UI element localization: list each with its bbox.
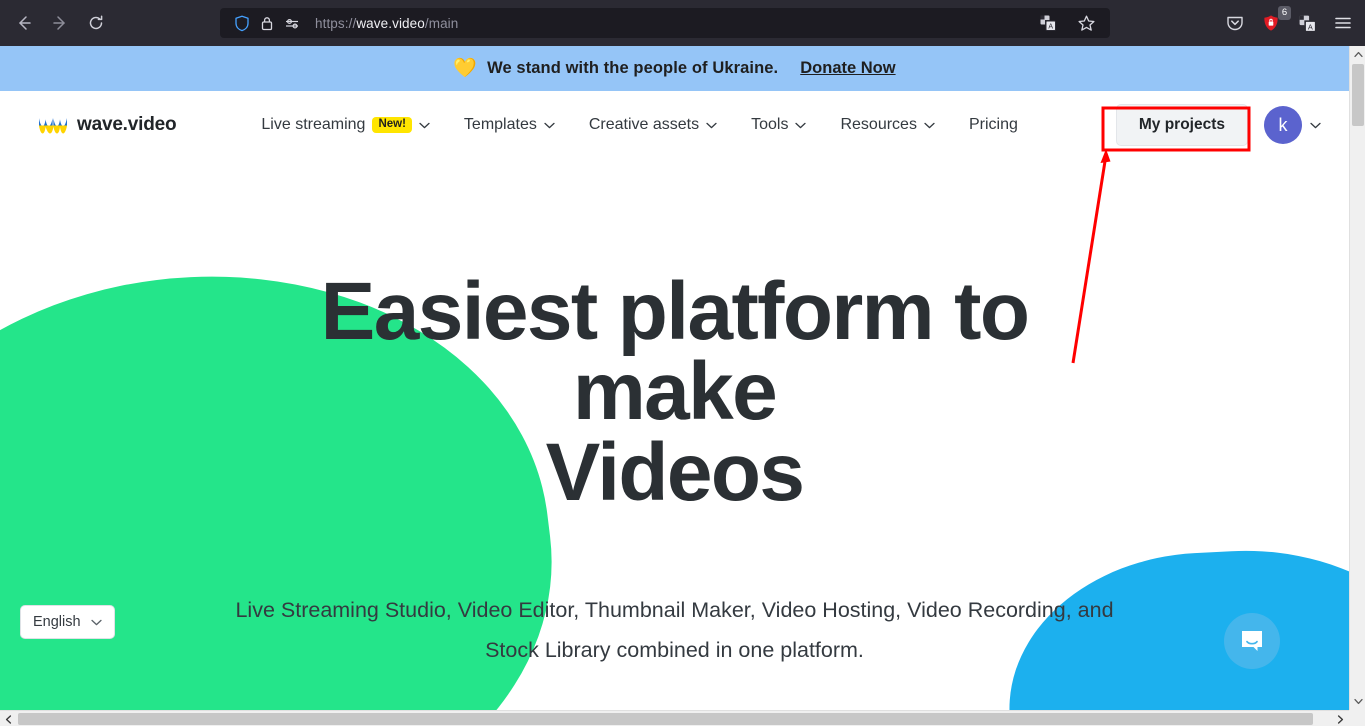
new-badge: New! <box>372 117 411 134</box>
lock-icon[interactable] <box>260 15 274 32</box>
extension-button[interactable]: 6 <box>1255 7 1287 39</box>
reload-button[interactable] <box>80 7 112 39</box>
page-viewport: 💛 We stand with the people of Ukraine. D… <box>0 46 1349 710</box>
account-menu[interactable]: k <box>1264 106 1321 144</box>
arrow-left-icon <box>15 14 33 32</box>
star-bookmark-icon <box>1077 14 1096 33</box>
language-selector-label: English <box>33 614 81 630</box>
nav-item-pricing[interactable]: Pricing <box>952 105 1035 145</box>
chevron-right-icon <box>1337 715 1344 724</box>
bookmark-button[interactable] <box>1070 7 1102 39</box>
nav-item-resources[interactable]: Resources <box>823 105 951 145</box>
forward-button[interactable] <box>44 7 76 39</box>
reload-icon <box>87 14 105 32</box>
pocket-save-icon <box>1225 13 1245 33</box>
horizontal-scrollbar[interactable] <box>0 710 1365 726</box>
svg-text:A: A <box>1307 22 1312 31</box>
page-title: Easiest platform tomakeVideos <box>0 272 1349 513</box>
site-header: wave.video Live streaming New! Templates… <box>0 91 1349 159</box>
scroll-right-button[interactable] <box>1332 711 1349 727</box>
hero-title-line-1: Easiest platform to <box>321 266 1029 357</box>
url-domain: wave.video <box>356 16 425 31</box>
translate-icon: A <box>1039 14 1057 32</box>
wave-logo-icon <box>38 116 68 135</box>
hero-section: Easiest platform tomakeVideos Live Strea… <box>0 159 1349 710</box>
svg-text:A: A <box>1048 24 1053 31</box>
translate-page-button[interactable]: A <box>1032 7 1064 39</box>
chevron-up-icon <box>1354 51 1363 58</box>
browser-toolbar: https://wave.video/main A <box>0 0 1365 46</box>
chevron-down-icon <box>924 122 935 129</box>
chevron-down-icon <box>544 122 555 129</box>
nav-label: Creative assets <box>589 116 699 134</box>
pocket-save-button[interactable] <box>1219 7 1251 39</box>
address-bar-icons <box>226 15 301 32</box>
scroll-down-button[interactable] <box>1350 693 1365 710</box>
language-selector[interactable]: English <box>20 605 115 639</box>
back-button[interactable] <box>8 7 40 39</box>
chevron-left-icon <box>5 715 12 724</box>
chat-launcher-button[interactable] <box>1224 613 1280 669</box>
nav-label: Pricing <box>969 116 1018 134</box>
chevron-down-icon <box>706 122 717 129</box>
navigation-buttons <box>0 7 112 39</box>
nav-item-tools[interactable]: Tools <box>734 105 823 145</box>
nav-label: Live streaming <box>261 116 365 134</box>
url-prefix: https:// <box>315 16 356 31</box>
nav-item-live-streaming[interactable]: Live streaming New! <box>244 105 447 145</box>
app-menu-button[interactable] <box>1327 7 1359 39</box>
nav-item-creative-assets[interactable]: Creative assets <box>572 105 734 145</box>
hero-content: Easiest platform tomakeVideos Live Strea… <box>0 159 1349 710</box>
hero-title-line-2: make <box>573 346 776 437</box>
site-logo[interactable]: wave.video <box>38 114 176 136</box>
hero-subtitle: Live Streaming Studio, Video Editor, Thu… <box>228 591 1121 671</box>
hero-title-line-3: Videos <box>546 427 804 518</box>
donate-now-link[interactable]: Donate Now <box>800 59 895 78</box>
logo-text: wave.video <box>77 114 176 136</box>
chevron-down-icon <box>1354 698 1363 705</box>
extension-badge-count: 6 <box>1278 6 1291 20</box>
horizontal-scrollbar-thumb[interactable] <box>18 713 1313 725</box>
url-text[interactable]: https://wave.video/main <box>315 16 458 31</box>
hamburger-menu-icon <box>1333 13 1353 33</box>
banner-text: We stand with the people of Ukraine. <box>487 59 778 78</box>
arrow-right-icon <box>51 14 69 32</box>
chevron-down-icon <box>419 122 430 129</box>
browser-toolbar-right: 6 A <box>1219 0 1359 46</box>
scrollbar-corner <box>1349 710 1365 726</box>
nav-label: Templates <box>464 116 537 134</box>
nav-label: Resources <box>840 116 916 134</box>
scroll-up-button[interactable] <box>1350 46 1365 63</box>
ukraine-support-banner: 💛 We stand with the people of Ukraine. D… <box>0 46 1349 91</box>
translate-icon: A <box>1298 14 1317 33</box>
chevron-down-icon <box>1310 122 1321 129</box>
nav-item-templates[interactable]: Templates <box>447 105 572 145</box>
vertical-scrollbar-thumb[interactable] <box>1352 64 1364 126</box>
main-navigation: Live streaming New! Templates Creative a… <box>244 105 1034 145</box>
shield-icon[interactable] <box>234 15 250 32</box>
nav-label: Tools <box>751 116 788 134</box>
chevron-down-icon <box>91 619 102 626</box>
url-path: /main <box>425 16 459 31</box>
header-right-actions: My projects k <box>1116 104 1321 146</box>
my-projects-button[interactable]: My projects <box>1116 104 1248 146</box>
heart-icon: 💛 <box>453 59 477 78</box>
chevron-down-icon <box>795 122 806 129</box>
vertical-scrollbar[interactable] <box>1349 46 1365 710</box>
scroll-left-button[interactable] <box>0 711 17 727</box>
page-permissions-icon[interactable] <box>284 15 301 32</box>
chat-bubble-icon <box>1238 627 1266 655</box>
address-bar[interactable]: https://wave.video/main A <box>220 8 1110 38</box>
address-bar-actions: A <box>1032 7 1104 39</box>
avatar: k <box>1264 106 1302 144</box>
translate-toolbar-button[interactable]: A <box>1291 7 1323 39</box>
